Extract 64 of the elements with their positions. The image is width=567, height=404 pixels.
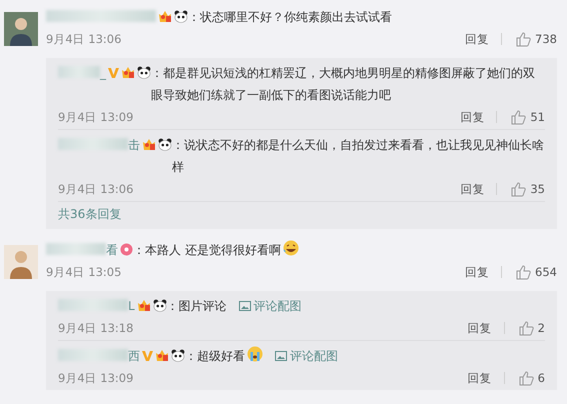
comment-text: ：超级好看 [185, 349, 245, 363]
image-icon [275, 351, 287, 361]
like-count: 35 [530, 182, 545, 196]
verified-v-icon [108, 67, 119, 79]
thumbs-up-icon[interactable] [516, 32, 532, 46]
username-fragment[interactable]: 看 [106, 243, 118, 257]
more-replies-link[interactable]: 共36条回复 [58, 201, 545, 229]
image-link[interactable]: 评论配图 [238, 295, 302, 317]
thumbs-up-icon[interactable] [516, 264, 532, 280]
comment-date: 9月4日 13:18 [58, 320, 134, 336]
comment-date: 9月4日 13:09 [58, 370, 134, 386]
crying-face-icon [247, 346, 263, 362]
laughing-face-icon [282, 240, 299, 256]
username-fragment[interactable]: L [128, 299, 135, 313]
panda-icon [171, 349, 185, 362]
comment-date: 9月4日 13:06 [46, 32, 122, 46]
member-badge-icon [142, 138, 156, 151]
username-fragment[interactable]: _ [100, 66, 106, 80]
comment-text: ：都是群见识短浅的杠精罢辽，大概内地男明星的精修图屏蔽了她们的双眼导致她们练就了一副低下的看图说话能力吧 [151, 66, 535, 102]
member-badge-icon [136, 299, 151, 312]
comment-date: 9月4日 13:06 [58, 182, 134, 196]
donut-icon [120, 243, 133, 256]
member-badge-icon [158, 10, 172, 23]
username-fragment[interactable]: 击 [128, 138, 140, 152]
panda-icon [152, 299, 167, 312]
comment-text: ：状态哪里不好？你纯素颜出去试试看 [188, 10, 392, 24]
like-count: 2 [538, 321, 545, 335]
panda-icon [137, 66, 151, 79]
image-link-label[interactable]: 评论配图 [254, 295, 302, 317]
comment-date: 9月4日 13:09 [58, 110, 134, 124]
like-count: 6 [538, 371, 545, 385]
comment-text: ：说状态不好的都是什么天仙，自拍发过来看看，也让我见见神仙长啥样 [172, 138, 544, 174]
thumbs-up-icon[interactable] [518, 320, 534, 336]
thumbs-up-icon[interactable] [518, 370, 534, 386]
reply-link[interactable]: 回复 [468, 320, 492, 336]
panda-icon [174, 10, 188, 23]
member-badge-icon [121, 66, 135, 79]
blurred-username [58, 299, 128, 311]
reply-link[interactable]: 回复 [460, 182, 484, 196]
member-badge-icon [155, 349, 169, 362]
panda-icon [158, 138, 172, 151]
like-count: 654 [535, 265, 557, 279]
comment-text: ：图片评论 [166, 299, 227, 313]
verified-v-icon [142, 350, 153, 362]
blurred-username [58, 138, 128, 150]
image-link-label[interactable]: 评论配图 [290, 345, 338, 367]
blurred-username [58, 66, 100, 78]
comment-date: 9月4日 13:05 [46, 264, 122, 280]
reply-link[interactable]: 回复 [460, 110, 484, 124]
username-fragment[interactable]: 西 [128, 349, 140, 363]
image-icon [238, 301, 251, 311]
reply-link[interactable]: 回复 [465, 264, 490, 280]
like-count: 738 [535, 32, 557, 46]
reply-link[interactable]: 回复 [468, 370, 492, 386]
thumbs-up-icon[interactable] [511, 182, 526, 196]
avatar[interactable] [4, 245, 38, 279]
like-count: 51 [530, 110, 545, 124]
reply-link[interactable]: 回复 [465, 32, 490, 46]
image-link[interactable]: 评论配图 [275, 345, 338, 367]
blurred-username [58, 349, 128, 361]
blurred-username [46, 243, 106, 255]
thumbs-up-icon[interactable] [511, 110, 526, 124]
comment-text: ：本路人 还是觉得很好看啊 [133, 243, 281, 257]
avatar[interactable] [4, 12, 38, 46]
